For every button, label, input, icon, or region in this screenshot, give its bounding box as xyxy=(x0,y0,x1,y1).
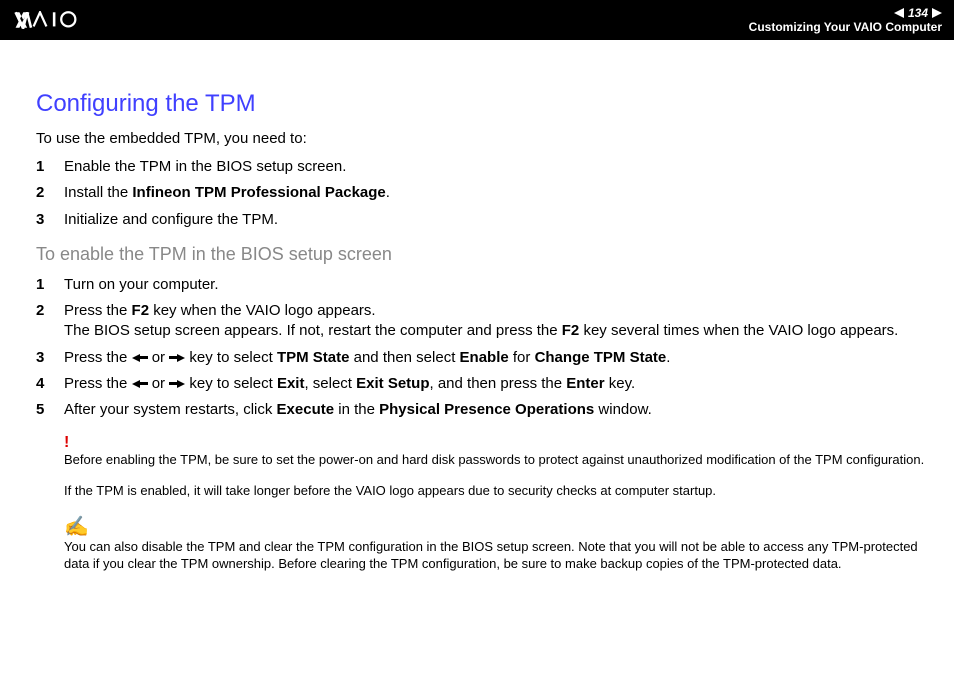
warning-text-2: If the TPM is enabled, it will take long… xyxy=(64,483,926,500)
step-text: Press the F2 key when the VAIO logo appe… xyxy=(64,301,926,342)
warning-text-1: Before enabling the TPM, be sure to set … xyxy=(64,452,926,469)
intro-text: To use the embedded TPM, you need to: xyxy=(36,130,926,147)
page-title: Configuring the TPM xyxy=(36,90,926,118)
list-item: 1Turn on your computer. xyxy=(36,275,926,295)
arrow-right-icon xyxy=(169,374,185,394)
step-number: 1 xyxy=(36,275,64,295)
step-number: 2 xyxy=(36,301,64,342)
vaio-logo xyxy=(12,11,122,29)
list-item: 2Install the Infineon TPM Professional P… xyxy=(36,183,926,203)
header-bar: 134 Customizing Your VAIO Computer xyxy=(0,0,954,40)
arrow-left-icon xyxy=(132,348,148,368)
section-title: Customizing Your VAIO Computer xyxy=(749,20,942,34)
steps-list-b: 1Turn on your computer.2Press the F2 key… xyxy=(36,275,926,421)
step-text: Initialize and configure the TPM. xyxy=(64,210,926,230)
list-item: 2Press the F2 key when the VAIO logo app… xyxy=(36,301,926,342)
step-text: Enable the TPM in the BIOS setup screen. xyxy=(64,157,926,177)
step-text: Install the Infineon TPM Professional Pa… xyxy=(64,183,926,203)
step-text: After your system restarts, click Execut… xyxy=(64,400,926,420)
step-text: Turn on your computer. xyxy=(64,275,926,295)
warning-icon: ! xyxy=(64,434,926,452)
prev-page-icon[interactable] xyxy=(894,8,904,18)
step-text: Press the or key to select Exit, select … xyxy=(64,374,926,394)
step-number: 3 xyxy=(36,348,64,368)
step-number: 5 xyxy=(36,400,64,420)
page-content: Configuring the TPM To use the embedded … xyxy=(0,40,954,607)
arrow-right-icon xyxy=(169,348,185,368)
step-number: 1 xyxy=(36,157,64,177)
step-number: 4 xyxy=(36,374,64,394)
steps-list-a: 1Enable the TPM in the BIOS setup screen… xyxy=(36,157,926,230)
page-number: 134 xyxy=(908,6,928,20)
arrow-left-icon xyxy=(132,374,148,394)
list-item: 1Enable the TPM in the BIOS setup screen… xyxy=(36,157,926,177)
note-icon: ✍ xyxy=(64,514,926,539)
list-item: 5After your system restarts, click Execu… xyxy=(36,400,926,420)
step-number: 3 xyxy=(36,210,64,230)
subheading: To enable the TPM in the BIOS setup scre… xyxy=(36,244,926,265)
page-nav: 134 xyxy=(894,6,942,20)
list-item: 3Initialize and configure the TPM. xyxy=(36,210,926,230)
step-text: Press the or key to select TPM State and… xyxy=(64,348,926,368)
step-number: 2 xyxy=(36,183,64,203)
header-right: 134 Customizing Your VAIO Computer xyxy=(749,6,942,34)
tip-text: You can also disable the TPM and clear t… xyxy=(64,539,926,573)
list-item: 3Press the or key to select TPM State an… xyxy=(36,348,926,368)
next-page-icon[interactable] xyxy=(932,8,942,18)
list-item: 4Press the or key to select Exit, select… xyxy=(36,374,926,394)
